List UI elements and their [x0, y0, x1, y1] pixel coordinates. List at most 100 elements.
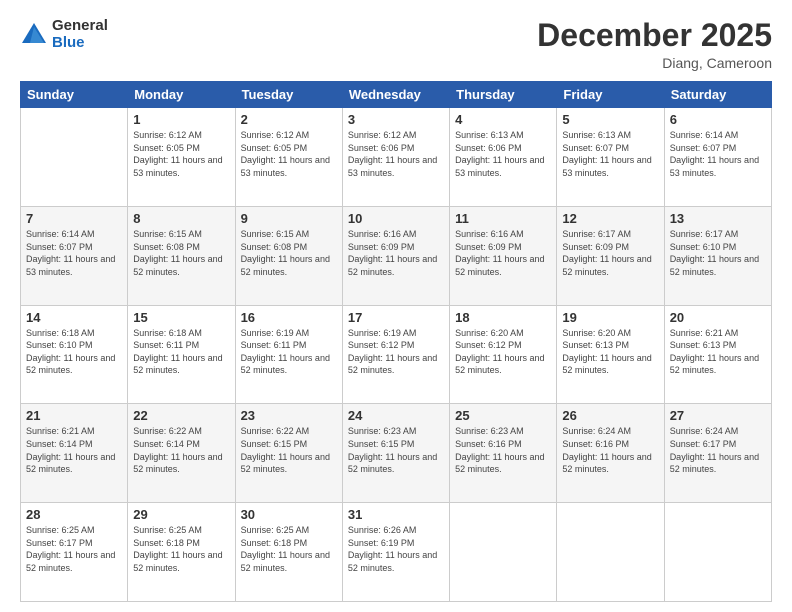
day-number: 23	[241, 408, 337, 423]
table-row: 11 Sunrise: 6:16 AMSunset: 6:09 PMDayligh…	[450, 206, 557, 305]
day-number: 8	[133, 211, 229, 226]
table-row: 27 Sunrise: 6:24 AMSunset: 6:17 PMDayligh…	[664, 404, 771, 503]
day-info: Sunrise: 6:20 AMSunset: 6:13 PMDaylight:…	[562, 327, 658, 377]
table-row: 7 Sunrise: 6:14 AMSunset: 6:07 PMDaylight…	[21, 206, 128, 305]
day-info: Sunrise: 6:14 AMSunset: 6:07 PMDaylight:…	[670, 129, 766, 179]
table-row: 9 Sunrise: 6:15 AMSunset: 6:08 PMDaylight…	[235, 206, 342, 305]
day-number: 14	[26, 310, 122, 325]
table-row: 12 Sunrise: 6:17 AMSunset: 6:09 PMDayligh…	[557, 206, 664, 305]
day-number: 4	[455, 112, 551, 127]
table-row: 17 Sunrise: 6:19 AMSunset: 6:12 PMDayligh…	[342, 305, 449, 404]
day-info: Sunrise: 6:18 AMSunset: 6:10 PMDaylight:…	[26, 327, 122, 377]
col-saturday: Saturday	[664, 82, 771, 108]
day-number: 12	[562, 211, 658, 226]
day-info: Sunrise: 6:19 AMSunset: 6:11 PMDaylight:…	[241, 327, 337, 377]
day-info: Sunrise: 6:12 AMSunset: 6:05 PMDaylight:…	[241, 129, 337, 179]
calendar-week-row: 1 Sunrise: 6:12 AMSunset: 6:05 PMDaylight…	[21, 108, 772, 207]
day-number: 30	[241, 507, 337, 522]
table-row: 22 Sunrise: 6:22 AMSunset: 6:14 PMDayligh…	[128, 404, 235, 503]
col-thursday: Thursday	[450, 82, 557, 108]
day-info: Sunrise: 6:22 AMSunset: 6:15 PMDaylight:…	[241, 425, 337, 475]
day-info: Sunrise: 6:18 AMSunset: 6:11 PMDaylight:…	[133, 327, 229, 377]
table-row: 26Sunrise: 6:24 AMSunset: 6:16 PMDayligh…	[557, 404, 664, 503]
day-number: 6	[670, 112, 766, 127]
logo: General Blue	[20, 18, 108, 51]
subtitle: Diang, Cameroon	[537, 55, 772, 71]
day-number: 24	[348, 408, 444, 423]
day-info: Sunrise: 6:19 AMSunset: 6:12 PMDaylight:…	[348, 327, 444, 377]
day-info: Sunrise: 6:24 AMSunset: 6:16 PMDaylight:…	[562, 425, 658, 475]
day-number: 5	[562, 112, 658, 127]
table-row	[664, 503, 771, 602]
day-number: 11	[455, 211, 551, 226]
day-number: 1	[133, 112, 229, 127]
day-info: Sunrise: 6:26 AMSunset: 6:19 PMDaylight:…	[348, 524, 444, 574]
table-row: 14 Sunrise: 6:18 AMSunset: 6:10 PMDayligh…	[21, 305, 128, 404]
table-row: 1 Sunrise: 6:12 AMSunset: 6:05 PMDaylight…	[128, 108, 235, 207]
col-wednesday: Wednesday	[342, 82, 449, 108]
day-info: Sunrise: 6:12 AMSunset: 6:06 PMDaylight:…	[348, 129, 444, 179]
day-number: 22	[133, 408, 229, 423]
table-row	[557, 503, 664, 602]
col-sunday: Sunday	[21, 82, 128, 108]
day-info: Sunrise: 6:15 AMSunset: 6:08 PMDaylight:…	[133, 228, 229, 278]
day-info: Sunrise: 6:25 AMSunset: 6:18 PMDaylight:…	[133, 524, 229, 574]
table-row: 19Sunrise: 6:20 AMSunset: 6:13 PMDayligh…	[557, 305, 664, 404]
day-number: 18	[455, 310, 551, 325]
calendar-week-row: 28Sunrise: 6:25 AMSunset: 6:17 PMDayligh…	[21, 503, 772, 602]
day-info: Sunrise: 6:17 AMSunset: 6:09 PMDaylight:…	[562, 228, 658, 278]
day-info: Sunrise: 6:25 AMSunset: 6:18 PMDaylight:…	[241, 524, 337, 574]
day-number: 2	[241, 112, 337, 127]
table-row: 4 Sunrise: 6:13 AMSunset: 6:06 PMDaylight…	[450, 108, 557, 207]
title-section: December 2025 Diang, Cameroon	[537, 18, 772, 71]
day-info: Sunrise: 6:22 AMSunset: 6:14 PMDaylight:…	[133, 425, 229, 475]
main-title: December 2025	[537, 18, 772, 53]
table-row	[21, 108, 128, 207]
day-number: 10	[348, 211, 444, 226]
day-info: Sunrise: 6:12 AMSunset: 6:05 PMDaylight:…	[133, 129, 229, 179]
calendar-week-row: 21Sunrise: 6:21 AMSunset: 6:14 PMDayligh…	[21, 404, 772, 503]
day-number: 3	[348, 112, 444, 127]
day-info: Sunrise: 6:15 AMSunset: 6:08 PMDaylight:…	[241, 228, 337, 278]
table-row: 5Sunrise: 6:13 AMSunset: 6:07 PMDaylight…	[557, 108, 664, 207]
table-row: 20 Sunrise: 6:21 AMSunset: 6:13 PMDayligh…	[664, 305, 771, 404]
day-info: Sunrise: 6:13 AMSunset: 6:06 PMDaylight:…	[455, 129, 551, 179]
table-row: 2 Sunrise: 6:12 AMSunset: 6:05 PMDaylight…	[235, 108, 342, 207]
table-row	[450, 503, 557, 602]
day-number: 7	[26, 211, 122, 226]
day-info: Sunrise: 6:21 AMSunset: 6:13 PMDaylight:…	[670, 327, 766, 377]
table-row: 6 Sunrise: 6:14 AMSunset: 6:07 PMDaylight…	[664, 108, 771, 207]
table-row: 30 Sunrise: 6:25 AMSunset: 6:18 PMDayligh…	[235, 503, 342, 602]
day-info: Sunrise: 6:14 AMSunset: 6:07 PMDaylight:…	[26, 228, 122, 278]
table-row: 10 Sunrise: 6:16 AMSunset: 6:09 PMDayligh…	[342, 206, 449, 305]
day-info: Sunrise: 6:16 AMSunset: 6:09 PMDaylight:…	[455, 228, 551, 278]
day-number: 21	[26, 408, 122, 423]
table-row: 23 Sunrise: 6:22 AMSunset: 6:15 PMDayligh…	[235, 404, 342, 503]
day-number: 20	[670, 310, 766, 325]
day-number: 13	[670, 211, 766, 226]
day-number: 27	[670, 408, 766, 423]
col-friday: Friday	[557, 82, 664, 108]
day-number: 25	[455, 408, 551, 423]
table-row: 21Sunrise: 6:21 AMSunset: 6:14 PMDayligh…	[21, 404, 128, 503]
day-number: 9	[241, 211, 337, 226]
table-row: 28Sunrise: 6:25 AMSunset: 6:17 PMDayligh…	[21, 503, 128, 602]
day-number: 15	[133, 310, 229, 325]
col-tuesday: Tuesday	[235, 82, 342, 108]
day-info: Sunrise: 6:17 AMSunset: 6:10 PMDaylight:…	[670, 228, 766, 278]
day-number: 17	[348, 310, 444, 325]
day-number: 29	[133, 507, 229, 522]
day-number: 31	[348, 507, 444, 522]
day-number: 28	[26, 507, 122, 522]
table-row: 3 Sunrise: 6:12 AMSunset: 6:06 PMDaylight…	[342, 108, 449, 207]
day-info: Sunrise: 6:24 AMSunset: 6:17 PMDaylight:…	[670, 425, 766, 475]
table-row: 29 Sunrise: 6:25 AMSunset: 6:18 PMDayligh…	[128, 503, 235, 602]
table-row: 16 Sunrise: 6:19 AMSunset: 6:11 PMDayligh…	[235, 305, 342, 404]
table-row: 13 Sunrise: 6:17 AMSunset: 6:10 PMDayligh…	[664, 206, 771, 305]
day-number: 16	[241, 310, 337, 325]
calendar-week-row: 7 Sunrise: 6:14 AMSunset: 6:07 PMDaylight…	[21, 206, 772, 305]
day-info: Sunrise: 6:16 AMSunset: 6:09 PMDaylight:…	[348, 228, 444, 278]
logo-icon	[20, 21, 48, 49]
page: General Blue December 2025 Diang, Camero…	[0, 0, 792, 612]
calendar-header-row: Sunday Monday Tuesday Wednesday Thursday…	[21, 82, 772, 108]
